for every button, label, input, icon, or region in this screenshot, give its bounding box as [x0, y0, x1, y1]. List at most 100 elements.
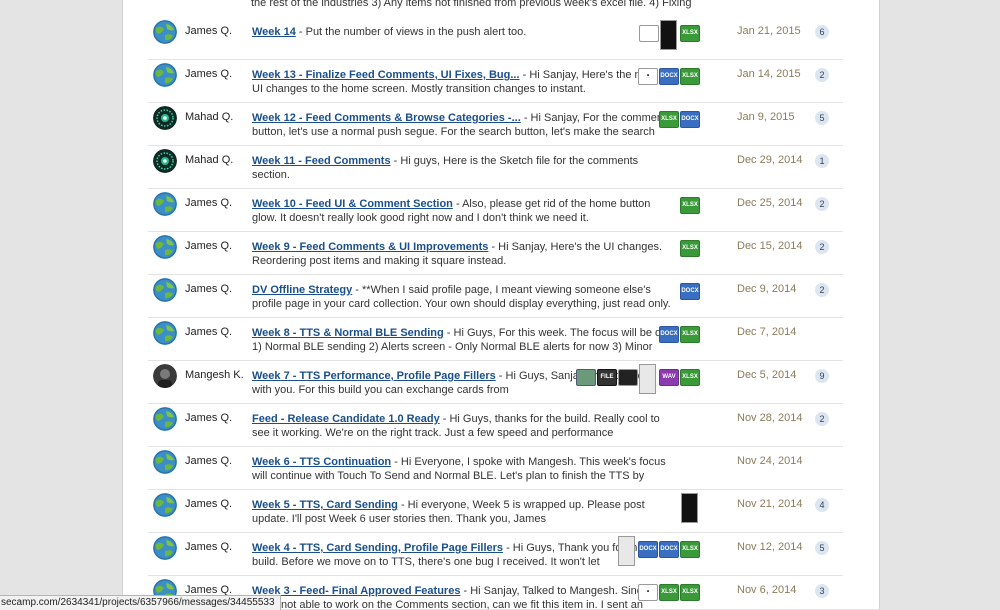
author-avatar [153, 450, 177, 474]
message-summary: Week 10 - Feed UI & Comment Section - Al… [252, 197, 672, 225]
message-date: Nov 12, 2014 [737, 541, 803, 553]
author-avatar [153, 20, 177, 44]
xlsx-file-icon[interactable]: XLSX [659, 584, 679, 601]
author-name: James Q. [185, 498, 233, 510]
message-title-link[interactable]: Week 5 - TTS, Card Sending [252, 499, 398, 511]
message-title-link[interactable]: Week 6 - TTS Continuation [252, 456, 391, 468]
message-row[interactable]: Mangesh K. Week 7 - TTS Performance, Prof… [148, 361, 843, 404]
author-avatar [153, 192, 177, 216]
message-date: Dec 29, 2014 [737, 154, 803, 166]
author-name: James Q. [185, 25, 233, 37]
message-title-link[interactable]: Week 8 - TTS & Normal BLE Sending [252, 327, 444, 339]
message-summary: Week 13 - Finalize Feed Comments, UI Fix… [252, 68, 672, 96]
message-row[interactable]: Mahad Q. Week 11 - Feed Comments - Hi guy… [148, 146, 843, 189]
message-summary: Week 14 - Put the number of views in the… [252, 25, 672, 53]
message-summary: Feed - Release Candidate 1.0 Ready - Hi … [252, 412, 672, 440]
app-screenshot-thumbnail[interactable] [639, 364, 656, 394]
author-name: Mahad Q. [185, 154, 234, 166]
author-name: James Q. [185, 412, 233, 424]
author-avatar [153, 63, 177, 87]
author-avatar [153, 235, 177, 259]
message-row[interactable]: James Q. Week 6 - TTS Continuation - Hi E… [148, 447, 843, 490]
author-avatar [153, 536, 177, 560]
author-name: James Q. [185, 455, 233, 467]
message-row[interactable]: James Q. Week 5 - TTS, Card Sending - Hi … [148, 490, 843, 533]
message-row[interactable]: James Q. Feed - Release Candidate 1.0 Rea… [148, 404, 843, 447]
message-date: Dec 9, 2014 [737, 283, 797, 295]
xlsx-file-icon[interactable]: XLSX [680, 369, 700, 386]
message-title-link[interactable]: Week 9 - Feed Comments & UI Improvements [252, 241, 488, 253]
image-file-icon[interactable] [639, 25, 659, 42]
message-title-link[interactable]: Week 4 - TTS, Card Sending, Profile Page… [252, 542, 503, 554]
message-title-link[interactable]: Week 7 - TTS Performance, Profile Page F… [252, 370, 496, 382]
message-row[interactable]: James Q. Week 13 - Finalize Feed Comments… [148, 60, 843, 103]
message-date: Dec 7, 2014 [737, 326, 797, 338]
docx-file-icon[interactable]: DOCX [659, 326, 679, 343]
message-date: Jan 9, 2015 [737, 111, 795, 123]
docx-file-icon[interactable]: DOCX [638, 541, 658, 558]
docx-file-icon[interactable]: DOCX [659, 541, 679, 558]
author-avatar [153, 278, 177, 302]
xlsx-file-icon[interactable]: XLSX [680, 541, 700, 558]
status-bar-url: secamp.com/2634341/projects/6357966/mess… [0, 595, 281, 610]
message-row[interactable]: James Q. Week 4 - TTS, Card Sending, Prof… [148, 533, 843, 576]
message-snippet: - Put the number of views in the push al… [295, 26, 527, 38]
message-title-link[interactable]: Week 13 - Finalize Feed Comments, UI Fix… [252, 69, 520, 81]
xlsx-file-icon[interactable]: XLSX [680, 197, 700, 214]
docx-file-icon[interactable]: DOCX [680, 283, 700, 300]
author-name: Mahad Q. [185, 111, 234, 123]
message-title-link[interactable]: Week 11 - Feed Comments [252, 155, 391, 167]
xlsx-file-icon[interactable]: XLSX [680, 25, 700, 42]
phone-screenshot-thumbnail[interactable] [681, 493, 698, 523]
xlsx-file-icon[interactable]: XLSX [680, 68, 700, 85]
message-row[interactable]: James Q. DV Offline Strategy - **When I s… [148, 275, 843, 318]
message-summary: Week 5 - TTS, Card Sending - Hi everyone… [252, 498, 672, 526]
message-row[interactable]: James Q. Week 14 - Put the number of view… [148, 17, 843, 60]
message-summary: Week 3 - Feed- Final Approved Features -… [252, 584, 672, 609]
message-date: Nov 6, 2014 [737, 584, 797, 596]
xlsx-file-icon[interactable]: XLSX [659, 111, 679, 128]
message-row[interactable]: James Q. Week 10 - Feed UI & Comment Sect… [148, 189, 843, 232]
message-summary: Week 12 - Feed Comments & Browse Categor… [252, 111, 672, 139]
message-title-link[interactable]: Feed - Release Candidate 1.0 Ready [252, 413, 440, 425]
xlsx-file-icon[interactable]: XLSX [680, 584, 700, 601]
message-date: Nov 21, 2014 [737, 498, 803, 510]
message-title-link[interactable]: DV Offline Strategy [252, 284, 352, 296]
image-file-icon[interactable] [618, 369, 638, 386]
image-file-icon[interactable]: • [638, 584, 658, 601]
xlsx-file-icon[interactable]: XLSX [680, 240, 700, 257]
message-row[interactable]: Mahad Q. Week 12 - Feed Comments & Browse… [148, 103, 843, 146]
xlsx-file-icon[interactable]: XLSX [680, 326, 700, 343]
author-avatar [153, 149, 177, 173]
message-date: Dec 25, 2014 [737, 197, 803, 209]
message-summary: DV Offline Strategy - **When I said prof… [252, 283, 672, 311]
message-title-link[interactable]: Week 10 - Feed UI & Comment Section [252, 198, 453, 210]
docx-file-icon[interactable]: DOCX [680, 111, 700, 128]
author-name: James Q. [185, 68, 233, 80]
image-file-icon[interactable]: • [638, 68, 658, 85]
message-title-link[interactable]: Week 3 - Feed- Final Approved Features [252, 585, 460, 597]
wav-file-icon[interactable]: WAV [659, 369, 679, 386]
comment-count-badge: 2 [815, 240, 829, 254]
message-title-link[interactable]: Week 12 - Feed Comments & Browse Categor… [252, 112, 521, 124]
comment-count-badge: 1 [815, 154, 829, 168]
message-row[interactable]: James Q. Week 8 - TTS & Normal BLE Sendin… [148, 318, 843, 361]
message-title-link[interactable]: Week 14 [252, 26, 296, 38]
phone-screenshot-thumbnail[interactable] [660, 20, 677, 50]
author-avatar [153, 407, 177, 431]
comment-count-badge: 5 [815, 541, 829, 555]
comment-count-badge: 3 [815, 584, 829, 598]
app-screenshot-thumbnail[interactable] [618, 536, 635, 566]
message-summary: Week 9 - Feed Comments & UI Improvements… [252, 240, 672, 268]
docx-file-icon[interactable]: DOCX [659, 68, 679, 85]
generic-file-icon[interactable]: FILE [597, 369, 617, 386]
author-name: James Q. [185, 197, 233, 209]
previous-row-snippet: the rest of the industries 3) Any items … [251, 0, 692, 9]
message-summary: Week 6 - TTS Continuation - Hi Everyone,… [252, 455, 672, 483]
message-row[interactable]: James Q. Week 9 - Feed Comments & UI Impr… [148, 232, 843, 275]
message-date: Nov 28, 2014 [737, 412, 803, 424]
author-avatar [153, 321, 177, 345]
message-date: Jan 21, 2015 [737, 25, 801, 37]
image-file-icon[interactable] [576, 369, 596, 386]
message-list-panel: the rest of the industries 3) Any items … [122, 0, 880, 609]
